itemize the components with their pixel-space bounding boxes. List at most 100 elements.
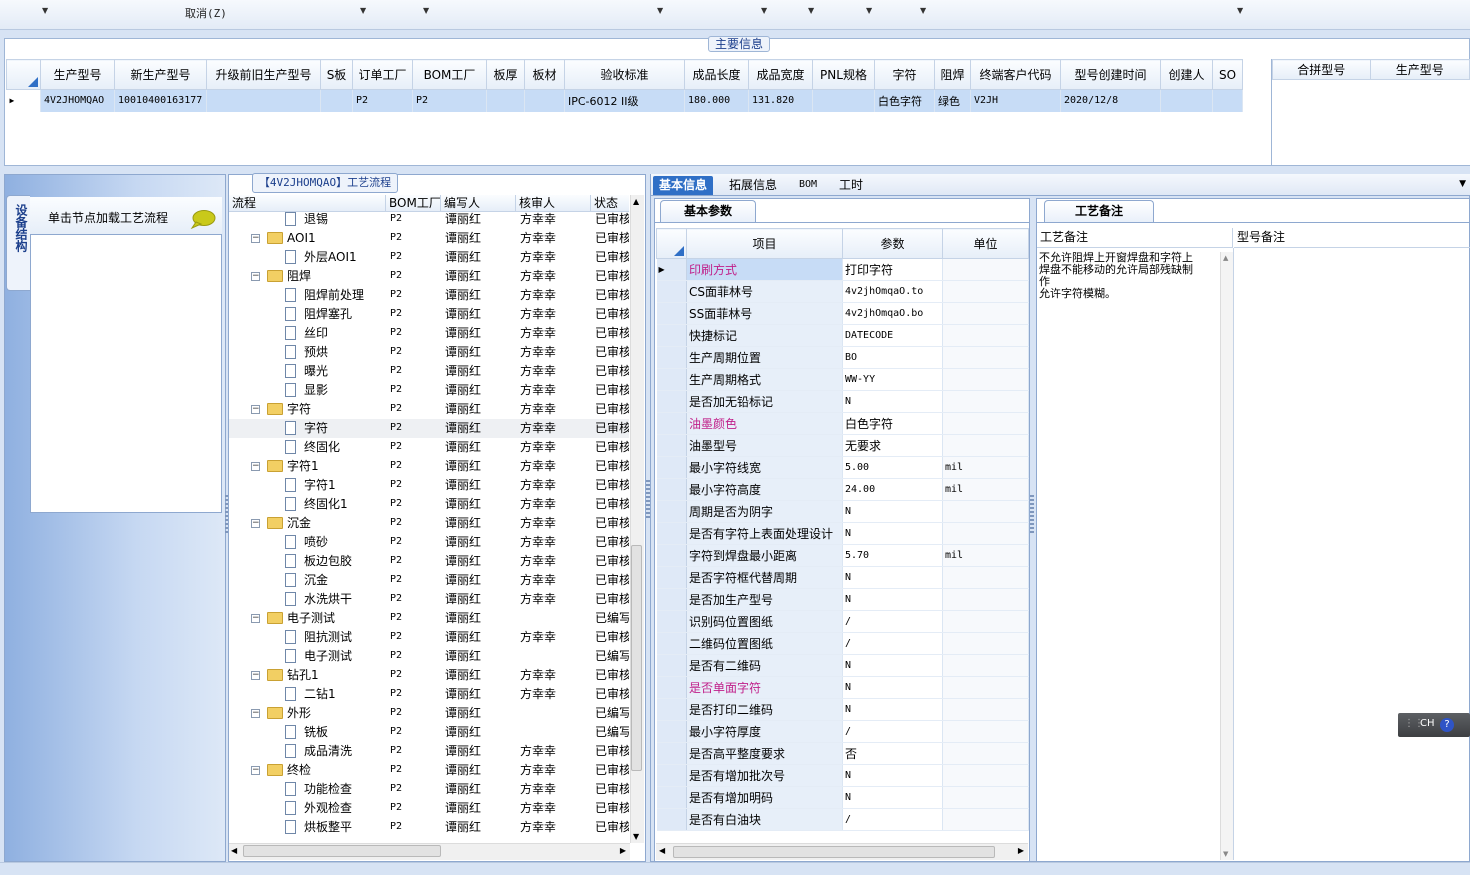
scrollbar-thumb[interactable] [631, 545, 642, 771]
param-value[interactable]: 5.70 [842, 544, 943, 567]
param-row[interactable]: 油墨颜色 白色字符 [656, 412, 1029, 435]
equipment-structure-tab[interactable]: 设备结构 [6, 195, 30, 291]
tree-row[interactable]: − 电子测试 P2 谭丽红 已编写 [229, 609, 629, 628]
dropdown-arrow-icon[interactable]: ▼ [808, 6, 814, 15]
dropdown-arrow-icon[interactable]: ▼ [866, 6, 872, 15]
tree-row[interactable]: 外层AOI1 P2 谭丽红 方幸幸 已审核 [229, 248, 629, 267]
column-header[interactable]: 生产型号 [40, 59, 115, 90]
row-header[interactable] [656, 786, 687, 809]
table-cell[interactable]: 白色字符 [874, 89, 935, 112]
param-row[interactable]: 最小字符线宽 5.00 mil [656, 456, 1029, 479]
param-value[interactable]: BO [842, 346, 943, 369]
param-row[interactable]: 是否有白油块 / [656, 808, 1029, 831]
process-tree[interactable]: 退锡 P2 谭丽红 方幸幸 已审核 − AOI1 P2 谭丽红 方幸幸 已审核 外层AOI1 P2 谭丽红… [229, 212, 629, 842]
scroll-left-icon[interactable]: ◀ [231, 846, 237, 855]
tree-row[interactable]: 阻抗测试 P2 谭丽红 方幸幸 已审核 [229, 628, 629, 647]
param-row[interactable]: 是否有增加明码 N [656, 786, 1029, 809]
table-cell[interactable] [524, 89, 565, 112]
row-header[interactable] [656, 588, 687, 611]
param-value[interactable]: 白色字符 [842, 412, 943, 435]
param-value[interactable]: / [842, 720, 943, 743]
param-row[interactable]: 快捷标记 DATECODE [656, 324, 1029, 347]
dropdown-arrow-icon[interactable]: ▼ [657, 6, 663, 15]
scroll-right-icon[interactable]: ▶ [620, 846, 626, 855]
tree-row[interactable]: 预烘 P2 谭丽红 方幸幸 已审核 [229, 343, 629, 362]
column-header[interactable]: 状态 [590, 195, 629, 212]
table-cell[interactable]: 4V2JHOMQAO [40, 89, 115, 112]
column-header[interactable]: 终端客户代码 [970, 59, 1061, 90]
tree-row[interactable]: 喷砂 P2 谭丽红 方幸幸 已审核 [229, 533, 629, 552]
row-header[interactable] [656, 544, 687, 567]
column-header[interactable]: 流程 [229, 195, 385, 212]
row-header[interactable] [656, 698, 687, 721]
table-cell[interactable]: P2 [412, 89, 487, 112]
param-value[interactable]: N [842, 390, 943, 413]
tree-row[interactable]: − 阻焊 P2 谭丽红 方幸幸 已审核 [229, 267, 629, 286]
cancel-button[interactable]: 取消(Z) [185, 5, 227, 21]
param-row[interactable]: 是否有字符上表面处理设计 N [656, 522, 1029, 545]
param-row[interactable]: 油墨型号 无要求 [656, 434, 1029, 457]
column-header[interactable]: 型号创建时间 [1060, 59, 1161, 90]
row-header[interactable] [656, 478, 687, 501]
param-value[interactable]: / [842, 632, 943, 655]
tree-row[interactable]: − 沉金 P2 谭丽红 方幸幸 已审核 [229, 514, 629, 533]
scroll-right-icon[interactable]: ▶ [1018, 846, 1024, 855]
param-row[interactable]: 识别码位置图纸 / [656, 610, 1029, 633]
tree-row[interactable]: − 字符1 P2 谭丽红 方幸幸 已审核 [229, 457, 629, 476]
row-header[interactable] [656, 654, 687, 677]
table-cell[interactable] [486, 89, 525, 112]
column-header[interactable]: BOM工厂 [385, 195, 440, 212]
param-value[interactable]: N [842, 566, 943, 589]
param-value[interactable]: WW-YY [842, 368, 943, 391]
param-row[interactable]: 二维码位置图纸 / [656, 632, 1029, 655]
column-header[interactable]: 验收标准 [564, 59, 685, 90]
param-row[interactable]: 是否打印二维码 N [656, 698, 1029, 721]
row-header[interactable] [656, 456, 687, 479]
tree-row[interactable]: 外观检查 P2 谭丽红 方幸幸 已审核 [229, 799, 629, 818]
column-header[interactable]: 新生产型号 [114, 59, 207, 90]
table-cell[interactable] [812, 89, 875, 112]
table-cell[interactable]: 2020/12/8 [1060, 89, 1161, 112]
row-header[interactable] [656, 566, 687, 589]
scroll-down-icon[interactable]: ▼ [1223, 850, 1228, 858]
tree-row[interactable]: 板边包胶 P2 谭丽红 方幸幸 已审核 [229, 552, 629, 571]
column-header[interactable]: 板厚 [486, 59, 525, 90]
row-selector-header[interactable] [656, 228, 687, 259]
tree-row[interactable]: − 字符 P2 谭丽红 方幸幸 已审核 [229, 400, 629, 419]
collapse-icon[interactable]: − [251, 462, 260, 471]
param-value[interactable]: DATECODE [842, 324, 943, 347]
scrollbar-thumb[interactable] [673, 846, 995, 858]
param-value[interactable]: 无要求 [842, 434, 943, 457]
row-header[interactable] [656, 522, 687, 545]
speech-bubble-icon[interactable] [190, 209, 216, 229]
column-header[interactable]: 阻焊 [934, 59, 971, 90]
row-header[interactable] [656, 412, 687, 435]
row-header[interactable] [656, 280, 687, 303]
row-header[interactable] [656, 610, 687, 633]
column-header[interactable]: 单位 [942, 228, 1029, 259]
collapse-icon[interactable]: − [251, 519, 260, 528]
row-pointer-icon[interactable]: ▶ [656, 258, 687, 281]
table-row[interactable]: ▶ 4V2JHOMQAO 10010400163177 P2 P2 IPC-6012 I… [6, 89, 1243, 112]
dropdown-arrow-icon[interactable]: ▼ [360, 6, 366, 15]
table-cell[interactable] [1212, 89, 1243, 112]
param-value[interactable]: N [842, 654, 943, 677]
collapse-icon[interactable]: − [251, 272, 260, 281]
tab-basic-info[interactable]: 基本信息 [653, 176, 714, 195]
column-header[interactable]: 合拼型号 [1272, 59, 1371, 80]
row-header[interactable] [656, 368, 687, 391]
dropdown-arrow-icon[interactable]: ▼ [423, 6, 429, 15]
equipment-tree[interactable] [30, 197, 222, 513]
column-header[interactable]: 核审人 [515, 195, 590, 212]
param-row[interactable]: 是否有增加批次号 N [656, 764, 1029, 787]
tab-bom[interactable]: BOM [793, 176, 823, 195]
table-cell[interactable]: P2 [352, 89, 413, 112]
table-cell[interactable]: 180.000 [684, 89, 749, 112]
column-header[interactable]: 创建人 [1160, 59, 1213, 90]
row-header[interactable] [656, 764, 687, 787]
tree-row[interactable]: 退锡 P2 谭丽红 方幸幸 已审核 [229, 212, 629, 229]
param-row[interactable]: CS面菲林号 4v2jhOmqaO.to [656, 280, 1029, 303]
row-header[interactable] [656, 390, 687, 413]
tab-extended-info[interactable]: 拓展信息 [723, 176, 783, 195]
column-header[interactable]: 订单工厂 [352, 59, 413, 90]
